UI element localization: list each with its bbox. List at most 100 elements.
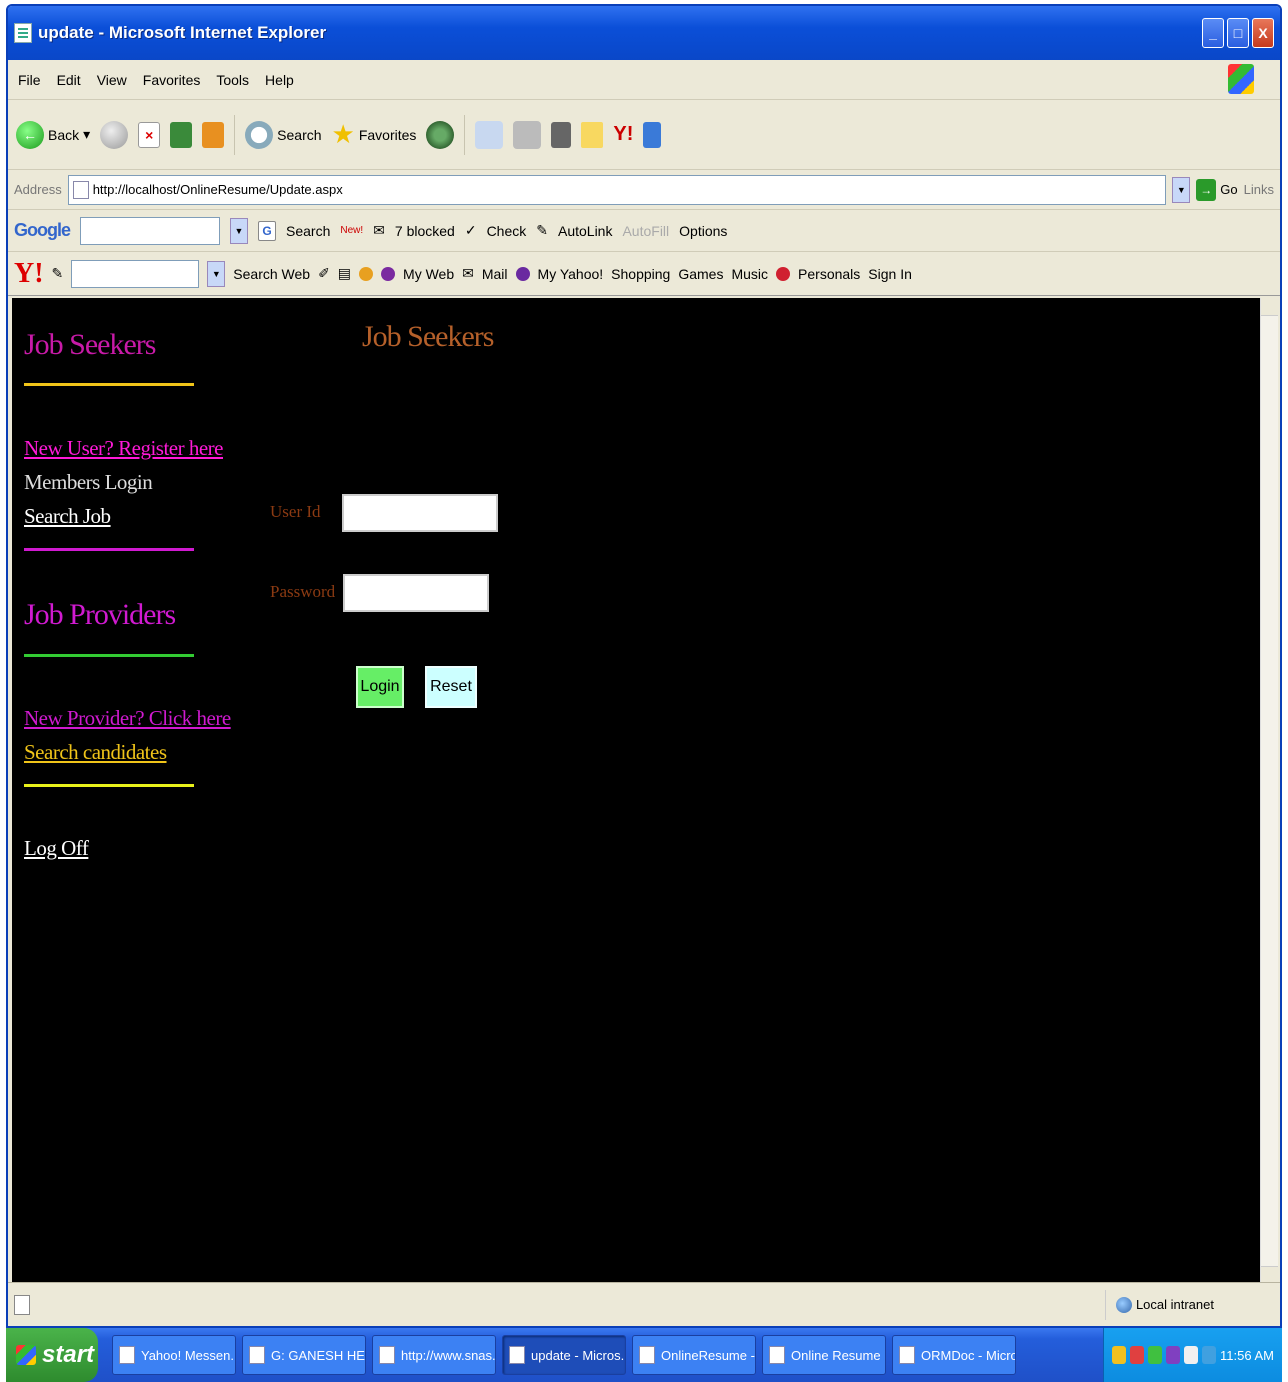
- start-button[interactable]: start: [6, 1328, 98, 1382]
- menu-tools[interactable]: Tools: [216, 72, 249, 88]
- members-login-link[interactable]: Members Login: [24, 470, 153, 495]
- yahoo-music-icon[interactable]: [381, 266, 396, 281]
- page-icon[interactable]: ▤: [338, 265, 351, 282]
- task-explorer-folder[interactable]: G: GANESH HE...: [242, 1335, 366, 1375]
- mail-button[interactable]: Mail: [482, 266, 508, 282]
- address-input[interactable]: http://localhost/OnlineResume/Update.asp…: [67, 174, 1167, 205]
- menu-view[interactable]: View: [97, 72, 127, 88]
- new-user-register-link[interactable]: New User? Register here: [24, 436, 224, 461]
- zone-label: Local intranet: [1135, 1297, 1214, 1312]
- maximize-button[interactable]: □: [1227, 18, 1249, 48]
- search-candidates-link[interactable]: Search candidates: [24, 740, 167, 765]
- go-button[interactable]: → Go: [1196, 178, 1238, 201]
- menu-bar: File Edit View Favorites Tools Help: [8, 60, 1280, 100]
- chevron-down-icon[interactable]: ▾: [83, 126, 90, 143]
- tray-icon[interactable]: [1166, 1346, 1181, 1364]
- edit-button[interactable]: [551, 121, 572, 148]
- search-job-link[interactable]: Search Job: [24, 504, 111, 529]
- task-label: http://www.snas...: [401, 1347, 496, 1363]
- yahoo-search-input[interactable]: [71, 259, 200, 288]
- reset-button[interactable]: Reset: [425, 666, 477, 708]
- web-page: Job Seekers New User? Register here Memb…: [12, 298, 1260, 1284]
- popup-blocked-count[interactable]: 7 blocked: [395, 223, 455, 239]
- system-tray: 11:56 AM: [1103, 1328, 1282, 1382]
- messenger-button[interactable]: [643, 121, 662, 148]
- google-logo[interactable]: Google: [14, 220, 71, 241]
- login-button[interactable]: Login: [356, 666, 404, 708]
- google-search-dropdown[interactable]: ▼: [230, 217, 248, 244]
- stop-button[interactable]: ×: [138, 121, 161, 148]
- check-button[interactable]: Check: [487, 223, 527, 239]
- highlight-icon[interactable]: ✐: [318, 265, 330, 282]
- yahoo-messenger-button[interactable]: Y!: [613, 123, 633, 146]
- task-onlineresume[interactable]: OnlineResume -...: [632, 1335, 756, 1375]
- task-update-ie[interactable]: update - Micros...: [502, 1335, 626, 1375]
- task-label: G: GANESH HE...: [271, 1347, 366, 1363]
- print-button[interactable]: [513, 120, 542, 149]
- standard-toolbar: ← Back ▾ × Search ★ Favorites Y!: [8, 100, 1280, 170]
- favorites-button[interactable]: ★ Favorites: [332, 119, 417, 150]
- page-icon: [72, 180, 89, 199]
- autofill-button[interactable]: AutoFill: [622, 223, 669, 239]
- menu-help[interactable]: Help: [265, 72, 294, 88]
- games-button[interactable]: Games: [678, 266, 723, 282]
- media-button[interactable]: [426, 120, 455, 149]
- autolink-button[interactable]: AutoLink: [558, 223, 612, 239]
- search-button[interactable]: Search: [245, 120, 322, 149]
- anti-spy-icon[interactable]: [359, 266, 374, 281]
- minimize-button[interactable]: _: [1202, 18, 1224, 48]
- tray-icon[interactable]: [1112, 1346, 1127, 1364]
- app-icon: [119, 1346, 135, 1364]
- shopping-button[interactable]: Shopping: [611, 266, 670, 282]
- tray-icon[interactable]: [1148, 1346, 1163, 1364]
- sign-in-button[interactable]: Sign In: [868, 266, 912, 282]
- folder-button[interactable]: [581, 121, 604, 148]
- forward-button[interactable]: [100, 120, 129, 149]
- pencil-icon[interactable]: ✎: [52, 265, 64, 282]
- mail-button[interactable]: [475, 120, 504, 149]
- go-arrow-icon: →: [1196, 178, 1217, 201]
- title-bar[interactable]: update - Microsoft Internet Explorer _ □…: [8, 6, 1280, 60]
- tray-icon[interactable]: [1202, 1346, 1217, 1364]
- personals-button[interactable]: Personals: [798, 266, 860, 282]
- my-web-button[interactable]: My Web: [403, 266, 454, 282]
- log-off-link[interactable]: Log Off: [24, 836, 89, 861]
- window-title: update - Microsoft Internet Explorer: [38, 23, 327, 42]
- task-online-resume-doc[interactable]: Online Resume ...: [762, 1335, 886, 1375]
- tray-icon[interactable]: [1184, 1346, 1199, 1364]
- address-url: http://localhost/OnlineResume/Update.asp…: [92, 182, 343, 197]
- yahoo-logo[interactable]: Y!: [14, 258, 44, 290]
- task-yahoo-messenger[interactable]: Yahoo! Messen...: [112, 1335, 236, 1375]
- user-id-input[interactable]: [342, 494, 498, 532]
- scroll-up-arrow[interactable]: [1261, 298, 1278, 316]
- yahoo-search-dropdown[interactable]: ▼: [207, 260, 226, 287]
- status-bar: Local intranet: [8, 1282, 1280, 1326]
- links-button[interactable]: Links: [1244, 182, 1274, 197]
- mail-icon: ✉: [462, 265, 474, 281]
- menu-edit[interactable]: Edit: [57, 72, 81, 88]
- password-input[interactable]: [343, 574, 489, 612]
- music-button[interactable]: Music: [731, 266, 768, 282]
- google-search-input[interactable]: [80, 216, 220, 245]
- window-controls: _ □ X: [1202, 18, 1274, 48]
- google-g-icon: G: [258, 220, 276, 241]
- options-button[interactable]: Options: [679, 223, 727, 239]
- google-search-button[interactable]: Search: [286, 223, 330, 239]
- vertical-scrollbar[interactable]: [1260, 298, 1278, 1284]
- new-provider-link[interactable]: New Provider? Click here: [24, 706, 231, 731]
- home-button[interactable]: [202, 121, 225, 148]
- refresh-button[interactable]: [170, 121, 193, 148]
- task-ormdoc[interactable]: ORMDoc - Micro...: [892, 1335, 1016, 1375]
- close-button[interactable]: X: [1252, 18, 1274, 48]
- task-browser-snas[interactable]: http://www.snas...: [372, 1335, 496, 1375]
- yahoo-toolbar: Y! ✎ ▼ Search Web ✐ ▤ My Web ✉ Mail My Y…: [8, 252, 1280, 296]
- back-button[interactable]: ← Back ▾: [16, 120, 90, 149]
- menu-favorites[interactable]: Favorites: [143, 72, 201, 88]
- menu-file[interactable]: File: [18, 72, 41, 88]
- divider: [24, 548, 194, 551]
- my-yahoo-button[interactable]: My Yahoo!: [538, 266, 604, 282]
- app-icon: [249, 1346, 265, 1364]
- search-web-button[interactable]: Search Web: [233, 266, 310, 282]
- address-dropdown-button[interactable]: ▼: [1172, 176, 1191, 203]
- tray-icon[interactable]: [1130, 1346, 1145, 1364]
